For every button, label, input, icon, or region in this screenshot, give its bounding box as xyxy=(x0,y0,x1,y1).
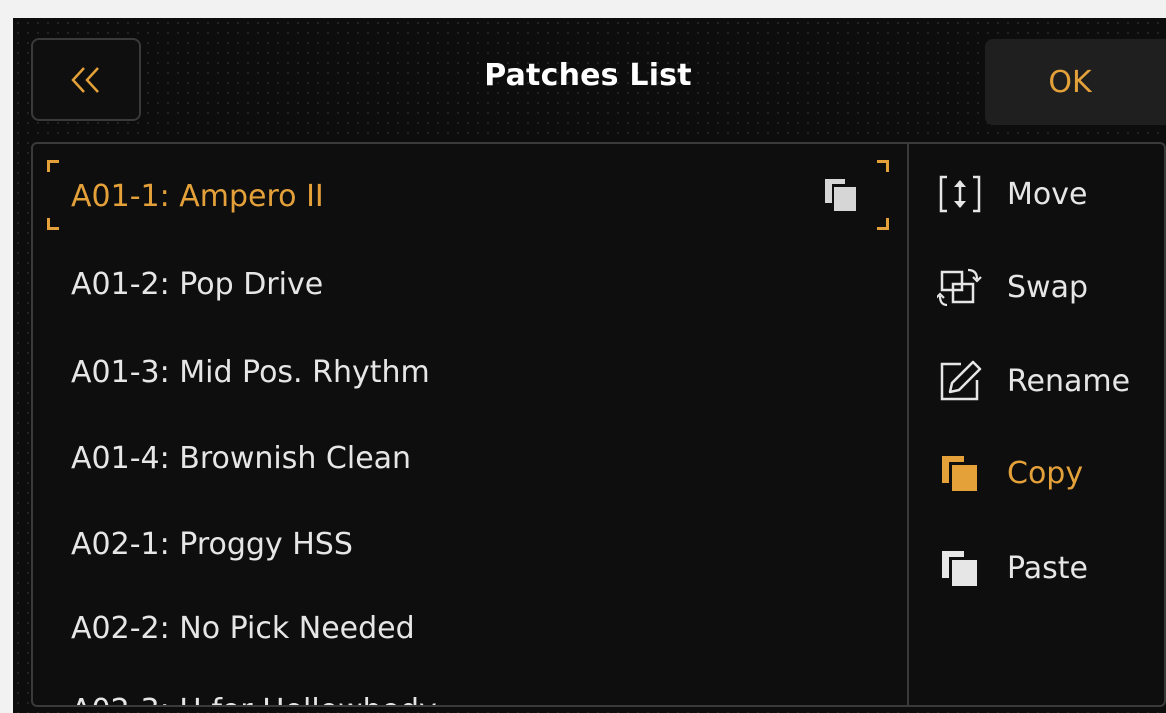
copied-indicator-icon xyxy=(825,179,856,211)
back-button[interactable] xyxy=(31,38,141,121)
paste-icon xyxy=(942,551,977,586)
copy-label: Copy xyxy=(1007,455,1084,491)
rename-button[interactable]: Rename xyxy=(937,351,1130,411)
double-chevron-left-icon xyxy=(71,66,99,93)
copy-icon xyxy=(942,456,977,491)
move-label: Move xyxy=(1007,176,1088,212)
move-button[interactable]: Move xyxy=(937,164,1087,224)
list-item[interactable]: A02-2: No Pick Needed xyxy=(71,598,415,658)
device-screen: Patches List OK A01-1: Ampero II A01-2: … xyxy=(13,18,1166,713)
move-icon xyxy=(939,175,981,213)
list-item[interactable]: A01-1: Ampero II xyxy=(71,166,324,226)
action-sidebar: Move Swap Rename Copy Paste xyxy=(911,144,1166,705)
page-title: Patches List xyxy=(484,58,692,93)
swap-label: Swap xyxy=(1007,269,1089,305)
swap-button[interactable]: Swap xyxy=(937,257,1088,317)
main-panel: A01-1: Ampero II A01-2: Pop Drive A01-3:… xyxy=(31,142,1166,707)
patch-list[interactable]: A01-1: Ampero II A01-2: Pop Drive A01-3:… xyxy=(33,144,909,705)
rename-label: Rename xyxy=(1007,363,1131,399)
list-item[interactable]: A01-4: Brownish Clean xyxy=(71,428,411,488)
list-item[interactable]: A01-2: Pop Drive xyxy=(71,254,323,314)
list-item[interactable]: A02-1: Proggy HSS xyxy=(71,514,353,574)
ok-button[interactable]: OK xyxy=(985,39,1166,125)
paste-label: Paste xyxy=(1007,550,1088,586)
paste-button[interactable]: Paste xyxy=(937,538,1088,598)
list-item[interactable]: A01-3: Mid Pos. Rhythm xyxy=(71,342,430,402)
swap-icon xyxy=(937,268,982,307)
copy-button[interactable]: Copy xyxy=(937,443,1083,503)
list-item[interactable]: A02-3: H for Hollowbody xyxy=(71,680,437,706)
rename-icon xyxy=(940,360,982,401)
